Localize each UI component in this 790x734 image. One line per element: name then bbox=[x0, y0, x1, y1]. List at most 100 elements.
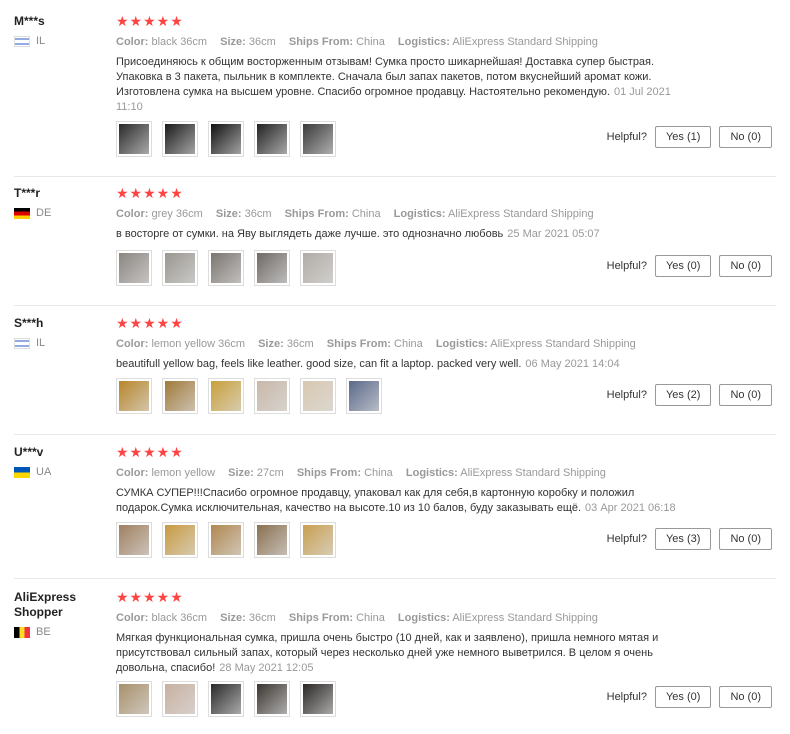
review-photo-thumb[interactable] bbox=[254, 522, 290, 558]
review-photo-thumb[interactable] bbox=[254, 121, 290, 157]
flag-icon bbox=[14, 35, 30, 47]
photo-image bbox=[165, 253, 195, 283]
review-photo-thumb[interactable] bbox=[208, 121, 244, 157]
review-meta: Color: black 36cm Size: 36cm Ships From:… bbox=[116, 35, 676, 49]
review-photo-thumb[interactable] bbox=[116, 681, 152, 717]
review-photo-thumb[interactable] bbox=[254, 250, 290, 286]
helpful-yes-button[interactable]: Yes (3) bbox=[654, 528, 712, 550]
ships-from-label: Ships From: bbox=[326, 338, 391, 350]
review-photo-thumb[interactable] bbox=[300, 121, 336, 157]
review-photo-thumb[interactable] bbox=[116, 522, 152, 558]
reviewer-country: UA bbox=[14, 466, 104, 478]
helpful-yes-button[interactable]: Yes (0) bbox=[654, 255, 712, 277]
review-photo-thumb[interactable] bbox=[208, 522, 244, 558]
ships-from-value: China bbox=[394, 338, 423, 350]
reviewer-name: U***v bbox=[14, 445, 44, 459]
photo-image bbox=[349, 381, 379, 411]
photo-image bbox=[119, 253, 149, 283]
photo-image bbox=[303, 253, 333, 283]
ships-from-value: China bbox=[356, 36, 385, 48]
review-photo-thumb[interactable] bbox=[162, 250, 198, 286]
review-photo-thumb[interactable] bbox=[300, 681, 336, 717]
reviewer: M***s IL bbox=[14, 14, 104, 47]
country-code: IL bbox=[36, 337, 46, 349]
helpful-vote: Helpful? Yes (3) No (0) bbox=[607, 528, 772, 550]
helpful-yes-button[interactable]: Yes (2) bbox=[654, 384, 712, 406]
color-label: Color: bbox=[116, 36, 149, 48]
logistics-value: AliExpress Standard Shipping bbox=[452, 612, 598, 624]
helpful-no-button[interactable]: No (0) bbox=[719, 255, 772, 277]
reviewer-country: DE bbox=[14, 207, 104, 219]
size-value: 36cm bbox=[286, 338, 314, 350]
review-photo-thumb[interactable] bbox=[346, 378, 382, 414]
review-meta: Color: black 36cm Size: 36cm Ships From:… bbox=[116, 611, 676, 625]
helpful-no-button[interactable]: No (0) bbox=[719, 384, 772, 406]
helpful-label: Helpful? bbox=[606, 260, 647, 272]
review-photo-thumb[interactable] bbox=[300, 378, 336, 414]
helpful-no-button[interactable]: No (0) bbox=[719, 686, 772, 708]
helpful-no-button[interactable]: No (0) bbox=[719, 528, 772, 550]
divider bbox=[14, 305, 776, 306]
review-meta: Color: lemon yellow Size: 27cm Ships Fro… bbox=[116, 466, 676, 480]
review-photo-thumb[interactable] bbox=[116, 250, 152, 286]
helpful-vote: Helpful? Yes (0) No (0) bbox=[607, 686, 772, 708]
review-content: ★★★★★ Color: lemon yellow 36cm Size: 36c… bbox=[116, 316, 676, 372]
review-photos bbox=[116, 522, 336, 558]
size-label: Size: bbox=[228, 467, 254, 479]
photo-image bbox=[303, 381, 333, 411]
review-photo-thumb[interactable] bbox=[162, 121, 198, 157]
size-value: 27cm bbox=[256, 467, 284, 479]
photo-image bbox=[257, 253, 287, 283]
ships-from-label: Ships From: bbox=[296, 467, 361, 479]
review-photo-thumb[interactable] bbox=[162, 522, 198, 558]
review-photo-thumb[interactable] bbox=[300, 522, 336, 558]
helpful-label: Helpful? bbox=[606, 131, 647, 143]
logistics-value: AliExpress Standard Shipping bbox=[460, 467, 606, 479]
reviewer-name: AliExpress Shopper bbox=[14, 590, 77, 619]
photo-image bbox=[303, 124, 333, 154]
review-content: ★★★★★ Color: black 36cm Size: 36cm Ships… bbox=[116, 590, 676, 676]
divider bbox=[14, 578, 776, 579]
helpful-yes-button[interactable]: Yes (0) bbox=[654, 686, 712, 708]
review-photo-thumb[interactable] bbox=[300, 250, 336, 286]
ships-from-value: China bbox=[351, 208, 381, 220]
review-photo-thumb[interactable] bbox=[162, 378, 198, 414]
review-photo-thumb[interactable] bbox=[208, 681, 244, 717]
size-label: Size: bbox=[258, 338, 284, 350]
size-value: 36cm bbox=[248, 36, 276, 48]
review-date: 25 Mar 2021 05:07 bbox=[507, 228, 600, 240]
helpful-yes-button[interactable]: Yes (1) bbox=[654, 126, 712, 148]
reviewer-country: BE bbox=[14, 626, 104, 638]
review-photo-thumb[interactable] bbox=[208, 378, 244, 414]
review-photo-thumb[interactable] bbox=[116, 378, 152, 414]
photo-image bbox=[257, 684, 287, 714]
review-meta: Color: lemon yellow 36cm Size: 36cm Ship… bbox=[116, 337, 676, 351]
review-text: в восторге от сумки. на Яву выглядеть да… bbox=[116, 228, 504, 240]
helpful-label: Helpful? bbox=[606, 389, 647, 401]
review-photo-thumb[interactable] bbox=[254, 681, 290, 717]
star-rating: ★★★★★ bbox=[116, 589, 184, 605]
review-photo-thumb[interactable] bbox=[162, 681, 198, 717]
logistics-value: AliExpress Standard Shipping bbox=[448, 208, 594, 220]
review-photo-thumb[interactable] bbox=[208, 250, 244, 286]
review-text-block: в восторге от сумки. на Яву выглядеть да… bbox=[116, 227, 676, 242]
color-label: Color: bbox=[116, 338, 149, 350]
review-text: СУМКА СУПЕР!!!Спасибо огромное продавцу,… bbox=[116, 487, 635, 514]
star-rating: ★★★★★ bbox=[116, 444, 184, 460]
reviewer: S***h IL bbox=[14, 316, 104, 349]
helpful-no-button[interactable]: No (0) bbox=[719, 126, 772, 148]
photo-image bbox=[165, 525, 195, 555]
review-photo-thumb[interactable] bbox=[116, 121, 152, 157]
country-code: BE bbox=[36, 626, 51, 638]
flag-icon bbox=[14, 207, 30, 219]
helpful-vote: Helpful? Yes (2) No (0) bbox=[607, 384, 772, 406]
logistics-value: AliExpress Standard Shipping bbox=[490, 338, 636, 350]
logistics-value: AliExpress Standard Shipping bbox=[452, 36, 598, 48]
photo-image bbox=[211, 124, 241, 154]
size-label: Size: bbox=[215, 208, 242, 220]
ships-from-value: China bbox=[364, 467, 393, 479]
review-date: 06 May 2021 14:04 bbox=[525, 358, 620, 370]
helpful-label: Helpful? bbox=[606, 691, 647, 703]
photo-image bbox=[211, 525, 241, 555]
review-photo-thumb[interactable] bbox=[254, 378, 290, 414]
